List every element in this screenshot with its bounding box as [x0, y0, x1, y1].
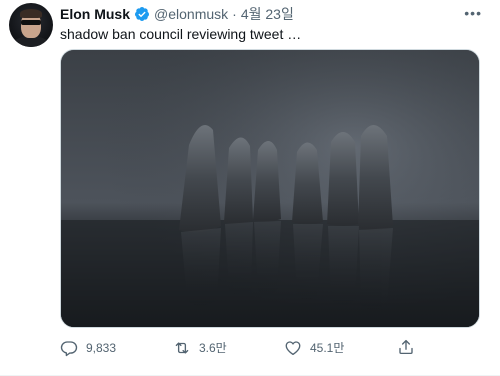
like-count: 45.1만 — [310, 341, 345, 355]
retweet-count: 3.6만 — [199, 341, 227, 355]
retweet-button[interactable]: 3.6만 — [173, 338, 227, 358]
retweet-icon — [175, 342, 189, 354]
media-illustration — [61, 50, 479, 327]
tweet-header: Elon Musk @elonmusk · 4월 23일 — [60, 5, 294, 23]
like-button[interactable]: 45.1만 — [284, 338, 344, 358]
reply-button[interactable]: 9,833 — [60, 338, 116, 358]
tweet-actions: 9,833 3.6만 45.1만 — [60, 338, 478, 358]
share-button[interactable] — [397, 338, 423, 356]
avatar-hair — [20, 9, 42, 18]
share-icon — [399, 339, 413, 355]
verified-badge-icon — [135, 7, 150, 21]
tweet-media-image[interactable] — [60, 49, 480, 328]
author-name[interactable]: Elon Musk — [60, 5, 130, 23]
avatar-glasses — [21, 20, 41, 25]
like-icon — [285, 341, 301, 356]
separator-dot: · — [232, 6, 237, 22]
more-icon[interactable]: ••• — [464, 5, 482, 21]
avatar[interactable] — [9, 3, 53, 47]
reply-icon — [60, 341, 78, 357]
tweet-text: shadow ban council reviewing tweet … — [60, 26, 302, 42]
reply-count: 9,833 — [86, 341, 117, 355]
tweet-date[interactable]: 4월 23일 — [241, 5, 294, 23]
author-handle[interactable]: @elonmusk — [154, 5, 228, 23]
